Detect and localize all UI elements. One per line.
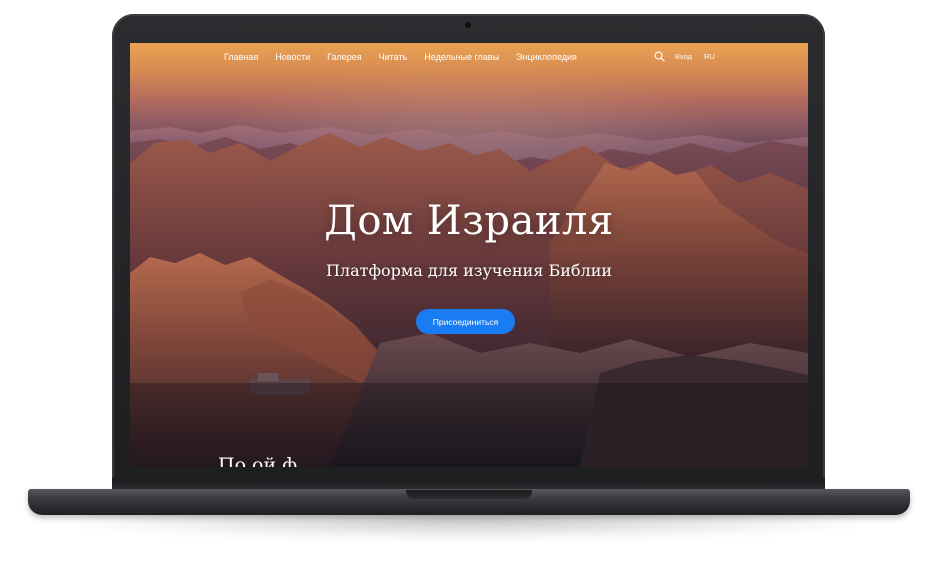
website-screen: Главная Новости Галерея Читать Недельные… [130,43,808,467]
nav-link-gallery[interactable]: Галерея [327,52,362,62]
laptop-mockup: Главная Новости Галерея Читать Недельные… [0,0,937,561]
nav-right-controls: Вход RU [654,51,715,62]
hero-background-image [130,125,808,467]
nav-link-read[interactable]: Читать [379,52,408,62]
top-navigation: Главная Новости Галерея Читать Недельные… [130,43,808,73]
join-button[interactable]: Присоединиться [416,309,515,334]
laptop-opening-notch [406,490,532,499]
language-selector[interactable]: RU [704,52,715,61]
nav-link-encyclopedia[interactable]: Энциклопедия [516,52,577,62]
next-section-title: По ой ф [218,455,298,467]
login-link[interactable]: Вход [675,52,692,61]
hero-title: Дом Израиля [324,198,614,244]
nav-link-home[interactable]: Главная [224,52,258,62]
nav-link-news[interactable]: Новости [275,52,310,62]
nav-link-weekly-chapters[interactable]: Недельные главы [424,52,499,62]
search-icon[interactable] [654,51,665,62]
webcam-icon [465,22,471,28]
nav-links: Главная Новости Галерея Читать Недельные… [224,52,594,62]
hero-subtitle: Платформа для изучения Библии [325,261,613,280]
